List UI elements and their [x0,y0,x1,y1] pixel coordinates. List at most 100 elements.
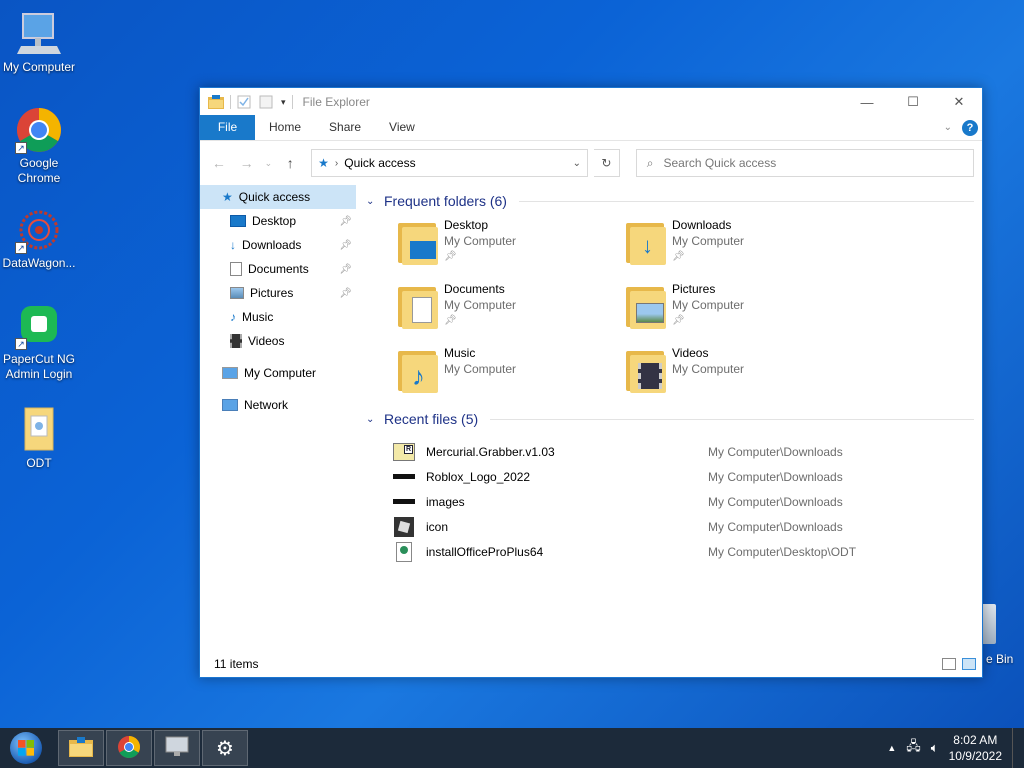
help-icon[interactable]: ? [962,119,978,136]
address-bar[interactable]: ★ › Quick access ⌄ [311,149,589,177]
group-title: Frequent folders (6) [384,193,507,209]
folder-tile-pictures[interactable]: Pictures My Computer 📌︎ [626,281,854,337]
back-arrow-icon[interactable]: ← [208,155,230,171]
list-item[interactable]: icon My Computer\Downloads [392,514,974,539]
address-dropdown-icon[interactable]: ⌄ [573,158,581,169]
nav-item-music[interactable]: ♪ Music [200,305,356,329]
tab-share[interactable]: Share [315,115,375,140]
pin-icon: 📌︎ [339,215,352,227]
network-icon[interactable]: 🖧︎ [906,737,921,759]
nav-label: Network [244,398,289,412]
folder-name: Pictures [672,282,716,296]
close-button[interactable]: ✕ [936,88,982,116]
nav-label: Quick access [238,190,311,204]
tab-home[interactable]: Home [255,115,315,140]
show-hidden-icons-icon[interactable]: ▲ [887,743,896,753]
nav-item-documents[interactable]: Documents 📌︎ [200,257,356,281]
desktop-icon-google-chrome[interactable]: ↗ Google Chrome [0,106,78,186]
desktop-icon-label: PaperCut NG Admin Login [2,352,76,381]
folder-tile-videos[interactable]: Videos My Computer [626,345,854,401]
ribbon-tabs: File Home Share View ⌄ ? [200,115,982,141]
nav-item-videos[interactable]: Videos [200,329,356,353]
pin-icon: 📌︎ [672,315,685,326]
navigation-pane: ★ Quick access Desktop 📌︎ ↓ Downloads 📌︎… [200,185,356,633]
nav-item-downloads[interactable]: ↓ Downloads 📌︎ [200,233,356,257]
start-button[interactable] [0,728,52,768]
show-desktop-button[interactable] [1012,728,1018,768]
folder-tile-downloads[interactable]: ↓ Downloads My Computer 📌︎ [626,217,854,273]
nav-label: Downloads [242,238,302,252]
breadcrumb[interactable]: Quick access [344,156,415,170]
desktop-icon-datawagon[interactable]: ↗ DataWagon... [0,206,78,271]
file-name: Roblox_Logo_2022 [426,469,531,484]
nav-item-pictures[interactable]: Pictures 📌︎ [200,281,356,305]
group-title: Recent files (5) [384,411,479,427]
desktop-icon-my-computer[interactable]: My Computer [0,10,78,75]
shortcut-arrow-icon: ↗ [15,242,27,254]
search-input[interactable]: ⌕ Search Quick access [635,149,975,177]
taskbar-file-explorer[interactable] [58,730,104,766]
expand-ribbon-icon[interactable]: ⌄ [944,122,952,133]
folder-name: Documents [444,282,505,296]
content-pane: ⌄ Frequent folders (6) Desktop My Compute… [356,185,982,633]
taskbar-remote-desktop[interactable] [154,730,200,766]
nav-item-desktop[interactable]: Desktop 📌︎ [200,209,356,233]
frequent-folders-header[interactable]: ⌄ Frequent folders (6) [366,187,974,215]
star-icon: ★ [222,190,233,204]
pin-icon: 📌︎ [339,239,352,251]
file-path: My Computer\Downloads [708,469,843,484]
folder-tile-desktop[interactable]: Desktop My Computer 📌︎ [398,217,626,273]
chrome-icon [117,735,141,762]
chrome-icon: ↗ [15,106,63,154]
list-item[interactable]: Roblox_Logo_2022 My Computer\Downloads [392,464,974,489]
tab-view[interactable]: View [375,115,429,140]
archive-file-icon: R [392,442,416,462]
separator [291,95,293,109]
new-folder-icon[interactable] [259,95,275,109]
forward-arrow-icon[interactable]: → [236,155,258,171]
volume-icon[interactable]: 🔈︎ [931,740,939,756]
taskbar: ⚙ ▲ 🖧︎ 🔈︎ 8:02 AM 10/9/2022 [0,728,1024,768]
recent-files-header[interactable]: ⌄ Recent files (5) [366,405,974,433]
up-arrow-icon[interactable]: ↑ [279,155,301,171]
list-item[interactable]: images My Computer\Downloads [392,489,974,514]
recent-locations-icon[interactable]: ⌄ [264,158,274,169]
properties-icon[interactable] [237,95,253,109]
title-bar[interactable]: ▾ File Explorer — ☐ ✕ [200,88,982,116]
nav-item-network[interactable]: Network [200,393,356,417]
folder-tile-documents[interactable]: Documents My Computer 📌︎ [398,281,626,337]
list-item[interactable]: R Mercurial.Grabber.v1.03 My Computer\Do… [392,439,974,464]
image-file-icon [392,492,416,512]
desktop-icon-odt[interactable]: ODT [0,406,78,471]
nav-item-my-computer[interactable]: My Computer [200,361,356,385]
computer-icon [15,10,63,58]
desktop-icon-papercut[interactable]: ↗ PaperCut NG Admin Login [0,302,78,382]
taskbar-settings[interactable]: ⚙ [202,730,248,766]
clock[interactable]: 8:02 AM 10/9/2022 [949,732,1002,764]
maximize-button[interactable]: ☐ [890,88,936,116]
desktop-icon-label: ODT [26,456,52,470]
folder-icon [15,406,63,454]
taskbar-chrome[interactable] [106,730,152,766]
collapse-chevron-icon: ⌄ [366,413,375,425]
folder-tile-music[interactable]: ♪ Music My Computer [398,345,626,401]
customize-toolbar-icon[interactable]: ▾ [281,97,286,108]
nav-item-quick-access[interactable]: ★ Quick access [200,185,356,209]
folder-icon [69,736,93,760]
papercut-icon: ↗ [15,302,63,350]
tab-file[interactable]: File [200,115,255,140]
minimize-button[interactable]: — [844,88,890,116]
large-icons-view-icon[interactable] [962,658,976,670]
breadcrumb-separator-icon: › [334,157,339,169]
nav-label: My Computer [244,366,317,380]
address-bar-row: ← → ⌄ ↑ ★ › Quick access ⌄ ↻ ⌕ Search Qu… [200,141,982,185]
desktop-folder-icon [398,221,438,265]
details-view-icon[interactable] [942,658,956,670]
pin-icon: 📌︎ [339,263,352,275]
recycle-bin-label: e Bin [986,652,1014,666]
list-item[interactable]: installOfficeProPlus64 My Computer\Deskt… [392,539,974,564]
pin-icon: 📌︎ [444,251,457,262]
refresh-button[interactable]: ↻ [594,149,620,177]
image-file-icon [392,467,416,487]
music-folder-icon: ♪ [398,349,438,393]
